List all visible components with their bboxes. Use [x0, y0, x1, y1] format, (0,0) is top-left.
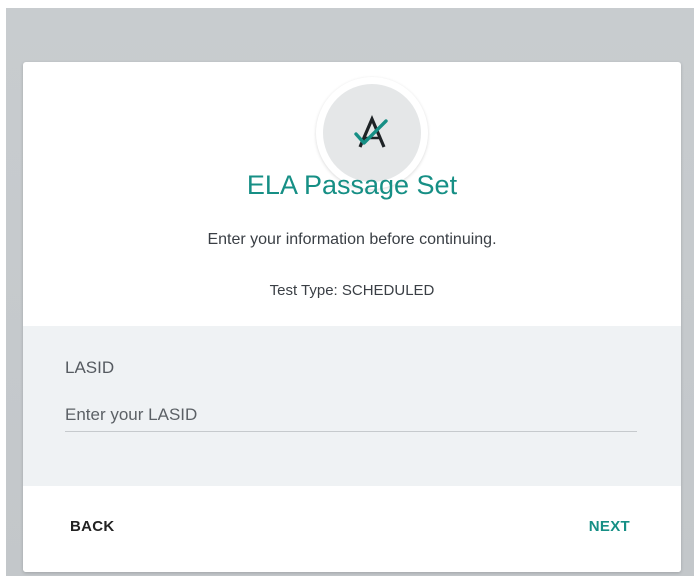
back-button[interactable]: BACK — [70, 518, 115, 535]
top-edge — [0, 0, 694, 8]
lasid-field-panel: LASID — [23, 326, 681, 486]
page-title: ELA Passage Set — [246, 170, 458, 200]
a-check-logo-icon — [354, 114, 388, 148]
next-button[interactable]: NEXT — [589, 518, 630, 535]
test-type-label: Test Type: SCHEDULED — [269, 282, 435, 299]
card-footer: BACK NEXT — [23, 486, 681, 572]
lasid-label: LASID — [65, 358, 115, 377]
instruction-text: Enter your information before continuing… — [207, 231, 497, 248]
lasid-input[interactable] — [65, 399, 637, 432]
logo-badge — [323, 84, 421, 182]
login-card: ELA Passage Set Enter your information b… — [23, 62, 681, 572]
